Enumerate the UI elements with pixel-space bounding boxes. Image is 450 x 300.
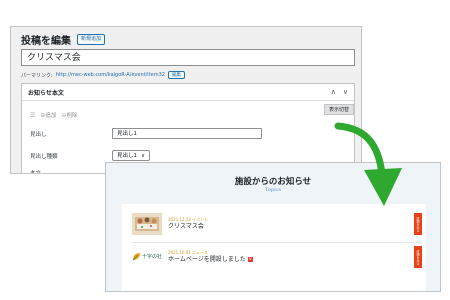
- move-down-icon[interactable]: ∨: [343, 88, 348, 96]
- new-badge: N: [247, 257, 253, 262]
- list-item-text: 2021.12.22 イベント クリスマス会: [168, 217, 208, 231]
- item-title-text: クリスマス会: [168, 223, 204, 230]
- heading-input[interactable]: 見出し1: [112, 128, 262, 139]
- chevron-down-icon: ∨: [141, 153, 146, 159]
- permalink-label: パーマリンク:: [21, 72, 53, 79]
- list-item[interactable]: 十字の社 2021.10.01 ニュース ホームページを開設しました N 詳細を…: [132, 242, 422, 270]
- metabox-header: お知らせ本文 ∧ ∨: [22, 84, 354, 101]
- facility-logo-thumbnail: 十字の社: [132, 246, 162, 268]
- move-up-icon[interactable]: ∧: [331, 88, 336, 96]
- heading-type-label: 見出し種類: [30, 153, 58, 160]
- delete-block-label: 削除: [66, 113, 78, 119]
- permalink-edit-button[interactable]: 編集: [167, 71, 185, 79]
- logo-text: 十字の社: [142, 254, 163, 260]
- item-title[interactable]: ホームページを開設しました N: [168, 256, 253, 264]
- notice-list: 2021.12.22 イベント クリスマス会 詳細をみる 十字の社 2021.1…: [122, 204, 426, 291]
- metabox-controls: ∧ ∨: [331, 88, 348, 96]
- curved-arrow-icon: [334, 122, 402, 206]
- event-photo-thumbnail: [132, 213, 162, 235]
- delete-block-button[interactable]: ⊖削除: [61, 111, 77, 119]
- list-item[interactable]: 2021.12.22 イベント クリスマス会 詳細をみる: [132, 210, 422, 238]
- post-editor-window: 投稿を編集 新規追加 クリスマス会 パーマリンク: http://mec-web…: [10, 26, 362, 174]
- list-item-text: 2021.10.01 ニュース ホームページを開設しました N: [168, 250, 253, 264]
- editor-title-row: 投稿を編集 新規追加: [21, 32, 106, 47]
- body-field-row: 本文: [30, 169, 112, 174]
- permalink-row: パーマリンク: http://mec-web.com/kaigoR-A/even…: [21, 71, 185, 79]
- item-title[interactable]: クリスマス会: [168, 223, 208, 231]
- page-title: 投稿を編集: [21, 36, 71, 47]
- heading-field-row: 見出し 見出し1: [30, 128, 262, 139]
- metabox-title: お知らせ本文: [28, 89, 64, 97]
- body-field-label: 本文: [30, 171, 42, 174]
- item-title-text: ホームページを開設しました: [168, 255, 246, 263]
- add-new-button[interactable]: 新規追加: [77, 34, 106, 45]
- post-title-input[interactable]: クリスマス会: [21, 49, 355, 66]
- add-block-button[interactable]: ⊕追加: [40, 111, 56, 119]
- heading-type-select[interactable]: 見出し1 ∨: [112, 150, 151, 161]
- heading-field-label: 見出し: [30, 131, 47, 138]
- heading-type-value: 見出し1: [117, 153, 137, 159]
- toggle-display-tooltip: 表示切替: [323, 104, 354, 115]
- permalink-link[interactable]: http://mec-web.com/kaigoR-A/event/item32: [56, 72, 165, 78]
- heading-type-row: 見出し種類 見出し1 ∨: [30, 150, 151, 161]
- detail-tag[interactable]: 詳細をみる: [414, 213, 422, 235]
- leaf-logo-icon: [132, 253, 140, 261]
- notice-body-metabox: お知らせ本文 ∧ ∨ 表示切替 ☰ ⊕追加 ⊖削除 見出し 見出し1 見出し種類…: [21, 83, 355, 174]
- block-toolbar: ☰ ⊕追加 ⊖削除: [30, 111, 77, 120]
- add-block-label: 追加: [45, 113, 57, 119]
- drag-handle-icon[interactable]: ☰: [30, 112, 35, 119]
- detail-tag[interactable]: 詳細をみる: [414, 246, 422, 268]
